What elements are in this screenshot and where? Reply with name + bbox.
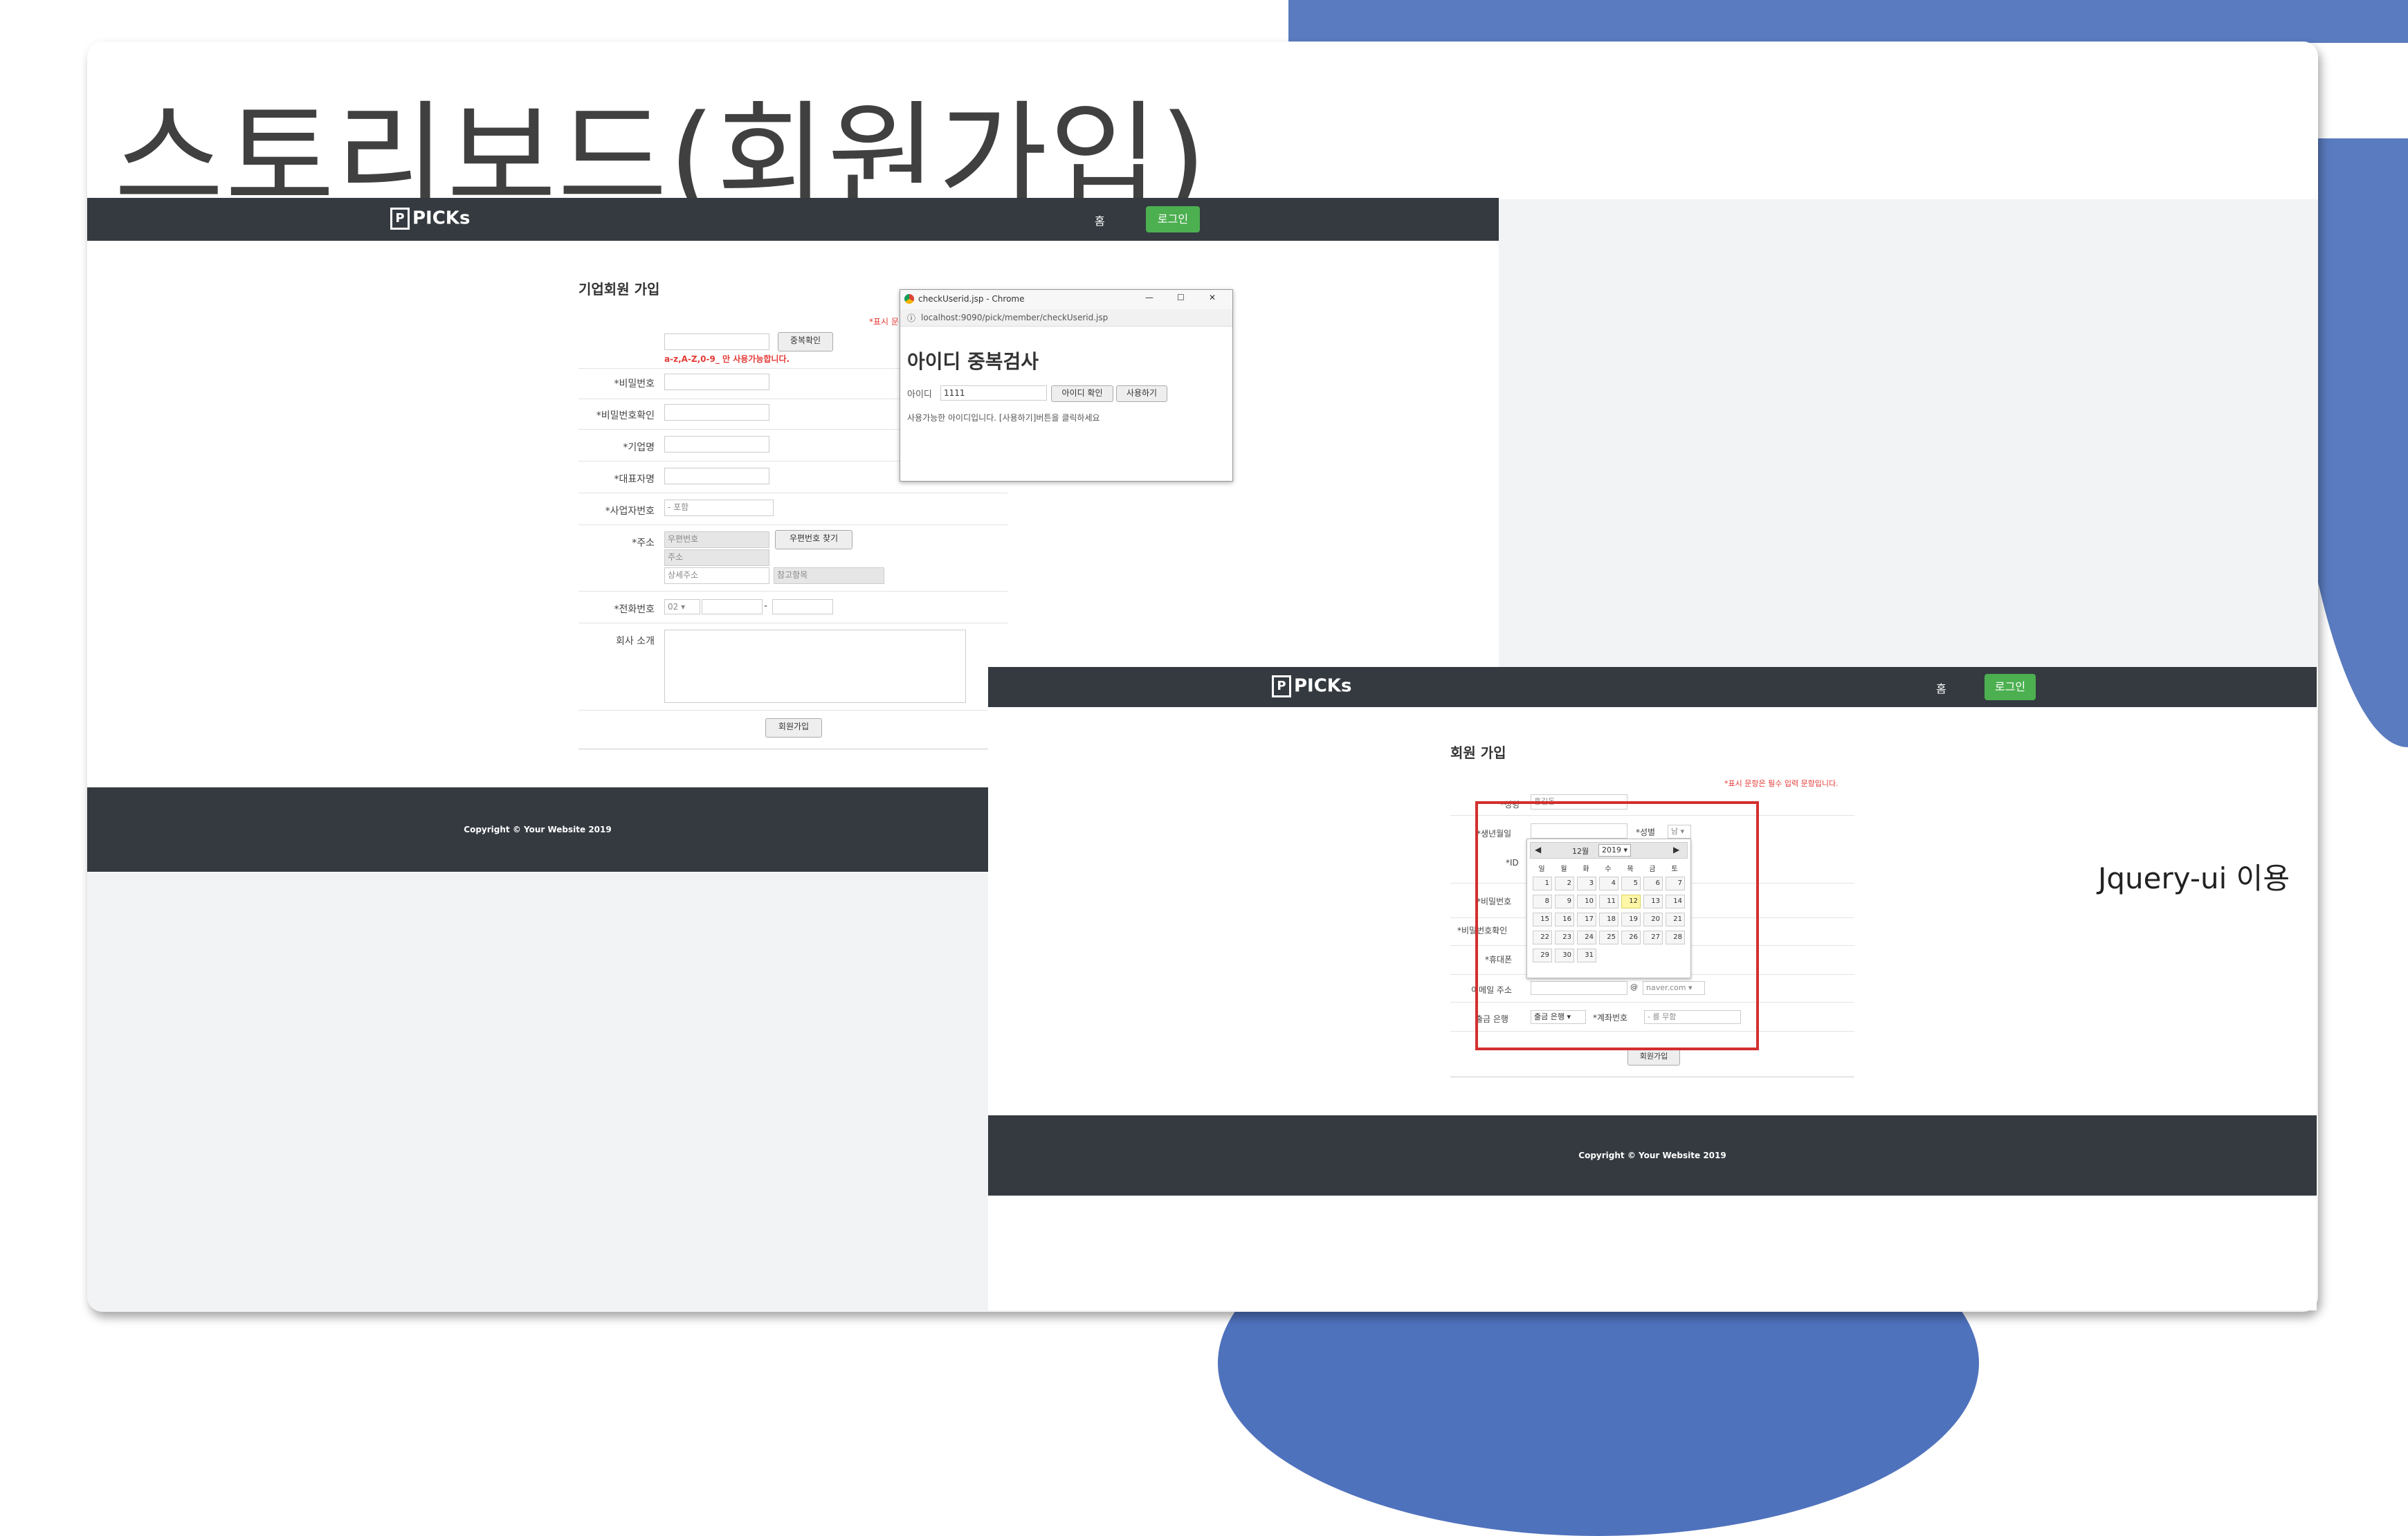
- phone-last-input[interactable]: [772, 599, 833, 614]
- decorative-top-band: [1288, 0, 2408, 43]
- nav-home-link[interactable]: 홈: [1936, 679, 1946, 696]
- jquery-ui-annotation: Jquery-ui 이용: [2098, 861, 2290, 895]
- logo-icon: P: [1272, 675, 1291, 697]
- popup-id-input[interactable]: 1111: [940, 385, 1047, 401]
- company-name-label: *기업명: [623, 442, 655, 453]
- password-confirm-input[interactable]: [664, 404, 769, 421]
- password-label: *비밀번호: [614, 378, 655, 390]
- info-icon: ⓘ: [907, 313, 916, 323]
- phone-middle-input[interactable]: [702, 599, 763, 614]
- detail-address-input[interactable]: 상세주소: [664, 567, 769, 584]
- navbar: P PICKs 홈 로그인: [87, 198, 1499, 241]
- minimize-icon[interactable]: —: [1145, 293, 1153, 302]
- address-label: *주소: [632, 538, 655, 549]
- popup-window-title: checkUserid.jsp - Chrome: [918, 294, 1025, 304]
- ceo-name-label: *대표자명: [614, 474, 655, 485]
- highlight-box: [1475, 801, 1759, 1050]
- divider: [578, 591, 1007, 592]
- business-number-input[interactable]: - 포함: [664, 500, 774, 516]
- logo-text: PICKs: [412, 208, 471, 229]
- popup-heading: 아이디 중복검사: [907, 350, 1039, 373]
- footer: Copyright © Your Website 2019: [87, 787, 988, 872]
- divider: [578, 524, 1007, 525]
- nav-home-link[interactable]: 홈: [1095, 212, 1105, 228]
- required-note: *표시 문항은 필수 입력 문항입니다.: [1724, 779, 1839, 788]
- phone-prefix-value: 02: [668, 602, 679, 612]
- popup-titlebar: checkUserid.jsp - Chrome — ☐ ✕: [900, 290, 1232, 310]
- divider: [578, 710, 1007, 711]
- popup-address-bar: ⓘ localhost:9090/pick/member/checkUserid…: [900, 309, 1232, 327]
- popup-id-label: 아이디: [907, 390, 932, 400]
- login-button[interactable]: 로그인: [1146, 206, 1200, 232]
- id-duplicate-check-button[interactable]: 중복확인: [778, 332, 833, 351]
- logo-text: PICKs: [1294, 675, 1352, 697]
- id-hint: a-z,A-Z,0-9_ 만 사용가능합니다.: [664, 354, 790, 364]
- logo-icon: P: [390, 208, 410, 230]
- password-confirm-label: *비밀번호확인: [596, 410, 655, 421]
- required-note: *표시 문: [869, 317, 899, 327]
- company-intro-label: 회사 소개: [616, 636, 655, 647]
- business-number-label: *사업자번호: [605, 506, 655, 517]
- site-logo[interactable]: P PICKs: [1272, 675, 1351, 697]
- postcode-search-button[interactable]: 우편번호 찾기: [775, 530, 852, 549]
- ceo-name-input[interactable]: [664, 468, 769, 484]
- address-input[interactable]: 주소: [664, 549, 769, 566]
- form-title: 회원 가입: [1450, 744, 1506, 761]
- password-input[interactable]: [664, 374, 769, 390]
- phone-prefix-select[interactable]: 02 ▾: [664, 599, 700, 614]
- postcode-input[interactable]: 우편번호: [664, 531, 769, 548]
- popup-use-button[interactable]: 사용하기: [1116, 385, 1167, 402]
- chrome-icon: [904, 294, 914, 304]
- id-check-popup-window: checkUserid.jsp - Chrome — ☐ ✕ ⓘ localho…: [900, 289, 1233, 482]
- popup-id-check-button[interactable]: 아이디 확인: [1051, 385, 1113, 402]
- phone-dash: -: [764, 601, 768, 612]
- company-name-input[interactable]: [664, 436, 769, 452]
- screenshot-member-signup: P PICKs 홈 로그인 회원 가입 *표시 문항은 필수 입력 문항입니다. …: [988, 667, 2317, 1310]
- extra-address-input[interactable]: 참고항목: [774, 567, 884, 584]
- site-logo[interactable]: P PICKs: [390, 208, 470, 230]
- company-intro-textarea[interactable]: [664, 630, 966, 703]
- popup-url[interactable]: localhost:9090/pick/member/checkUserid.j…: [921, 313, 1108, 322]
- maximize-icon[interactable]: ☐: [1177, 293, 1185, 302]
- footer: Copyright © Your Website 2019: [988, 1115, 2317, 1196]
- form-title: 기업회원 가입: [578, 281, 660, 298]
- phone-label: *전화번호: [614, 604, 655, 615]
- popup-message: 사용가능한 아이디입니다. [사용하기]버튼을 클릭하세요: [907, 413, 1100, 423]
- close-icon[interactable]: ✕: [1209, 293, 1216, 302]
- signup-submit-button[interactable]: 회원가입: [765, 718, 822, 738]
- login-button[interactable]: 로그인: [1985, 674, 2036, 700]
- id-input[interactable]: [664, 333, 769, 350]
- signup-submit-button[interactable]: 회원가입: [1627, 1049, 1680, 1066]
- navbar: P PICKs 홈 로그인: [988, 667, 2317, 707]
